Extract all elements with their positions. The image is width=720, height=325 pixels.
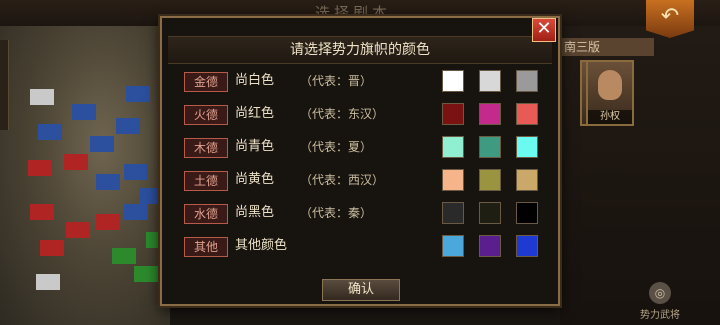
color-row: 金德 尚白色 （代表：晋） bbox=[182, 70, 548, 103]
castle-icon[interactable] bbox=[66, 222, 90, 238]
element-tag: 金德 bbox=[184, 72, 228, 92]
color-swatch[interactable] bbox=[516, 136, 538, 158]
castle-icon[interactable] bbox=[96, 174, 120, 190]
emblem-icon: ◎ bbox=[649, 282, 671, 304]
back-arrow-icon: ↶ bbox=[660, 4, 680, 29]
close-icon: ✕ bbox=[536, 18, 552, 39]
color-row: 水德 尚黑色 （代表：秦） bbox=[182, 202, 548, 235]
color-swatch[interactable] bbox=[479, 136, 501, 158]
castle-icon[interactable] bbox=[38, 124, 62, 140]
castle-icon[interactable] bbox=[126, 86, 150, 102]
castle-icon[interactable] bbox=[124, 204, 148, 220]
close-button[interactable]: ✕ bbox=[532, 18, 556, 42]
color-swatch[interactable] bbox=[442, 169, 464, 191]
element-tag: 水德 bbox=[184, 204, 228, 224]
color-swatch[interactable] bbox=[516, 70, 538, 92]
castle-icon[interactable] bbox=[28, 160, 52, 176]
map-side-tab[interactable] bbox=[0, 40, 9, 130]
confirm-button[interactable]: 确认 bbox=[322, 279, 400, 301]
force-general-label: 势力武将 bbox=[640, 310, 680, 321]
castle-icon[interactable] bbox=[30, 204, 54, 220]
dynasty-rep: （代表：秦） bbox=[300, 206, 373, 220]
dynasty-rep: （代表：西汉） bbox=[300, 173, 385, 187]
color-swatch[interactable] bbox=[479, 103, 501, 125]
element-tag: 其他 bbox=[184, 237, 228, 257]
element-tag: 土德 bbox=[184, 171, 228, 191]
scenario-label: 南三版 bbox=[558, 38, 654, 56]
dynasty-rep: （代表：晋） bbox=[300, 74, 373, 88]
color-desc: 尚黑色 bbox=[235, 205, 275, 220]
color-row: 木德 尚青色 （代表：夏） bbox=[182, 136, 548, 169]
color-swatch[interactable] bbox=[479, 70, 501, 92]
portrait-card[interactable]: 孙权 bbox=[586, 60, 634, 126]
color-row: 火德 尚红色 （代表：东汉） bbox=[182, 103, 548, 136]
force-general-button[interactable]: ◎ 势力武将 bbox=[630, 282, 690, 321]
color-swatch[interactable] bbox=[479, 202, 501, 224]
color-desc: 尚白色 bbox=[235, 73, 275, 88]
color-swatch[interactable] bbox=[442, 103, 464, 125]
dynasty-rep: （代表：东汉） bbox=[300, 107, 385, 121]
castle-icon[interactable] bbox=[36, 274, 60, 290]
castle-icon[interactable] bbox=[124, 164, 148, 180]
color-row: 其他 其他颜色 bbox=[182, 235, 548, 268]
color-swatch[interactable] bbox=[479, 169, 501, 191]
color-swatch[interactable] bbox=[516, 103, 538, 125]
color-row: 土德 尚黄色 （代表：西汉） bbox=[182, 169, 548, 202]
color-desc: 尚红色 bbox=[235, 106, 275, 121]
dialog-title: 请选择势力旗帜的颜色 bbox=[290, 42, 430, 58]
castle-icon[interactable] bbox=[96, 214, 120, 230]
portrait-face bbox=[598, 70, 622, 100]
castle-icon[interactable] bbox=[112, 248, 136, 264]
back-button[interactable]: ↶ bbox=[646, 0, 694, 38]
color-desc: 尚青色 bbox=[235, 139, 275, 154]
castle-icon[interactable] bbox=[72, 104, 96, 120]
castle-icon[interactable] bbox=[40, 240, 64, 256]
element-tag: 火德 bbox=[184, 105, 228, 125]
color-swatch[interactable] bbox=[516, 202, 538, 224]
color-swatch[interactable] bbox=[516, 169, 538, 191]
color-swatch[interactable] bbox=[479, 235, 501, 257]
castle-icon[interactable] bbox=[116, 118, 140, 134]
world-map[interactable] bbox=[0, 26, 170, 325]
flag-color-dialog: 请选择势力旗帜的颜色 金德 尚白色 （代表：晋） 火德 尚红色 （代表：东汉） … bbox=[160, 16, 560, 306]
element-tag: 木德 bbox=[184, 138, 228, 158]
color-swatch[interactable] bbox=[516, 235, 538, 257]
dialog-header: 请选择势力旗帜的颜色 bbox=[168, 36, 552, 64]
color-desc: 尚黄色 bbox=[235, 172, 275, 187]
color-desc: 其他颜色 bbox=[235, 238, 288, 253]
color-rows: 金德 尚白色 （代表：晋） 火德 尚红色 （代表：东汉） 木德 尚青色 （代表：… bbox=[182, 70, 548, 268]
dynasty-rep: （代表：夏） bbox=[300, 140, 373, 154]
color-swatch[interactable] bbox=[442, 70, 464, 92]
castle-icon[interactable] bbox=[64, 154, 88, 170]
castle-icon[interactable] bbox=[90, 136, 114, 152]
castle-icon[interactable] bbox=[134, 266, 158, 282]
portrait-name: 孙权 bbox=[588, 110, 632, 124]
color-swatch[interactable] bbox=[442, 235, 464, 257]
color-swatch[interactable] bbox=[442, 136, 464, 158]
castle-icon[interactable] bbox=[30, 89, 54, 105]
color-swatch[interactable] bbox=[442, 202, 464, 224]
